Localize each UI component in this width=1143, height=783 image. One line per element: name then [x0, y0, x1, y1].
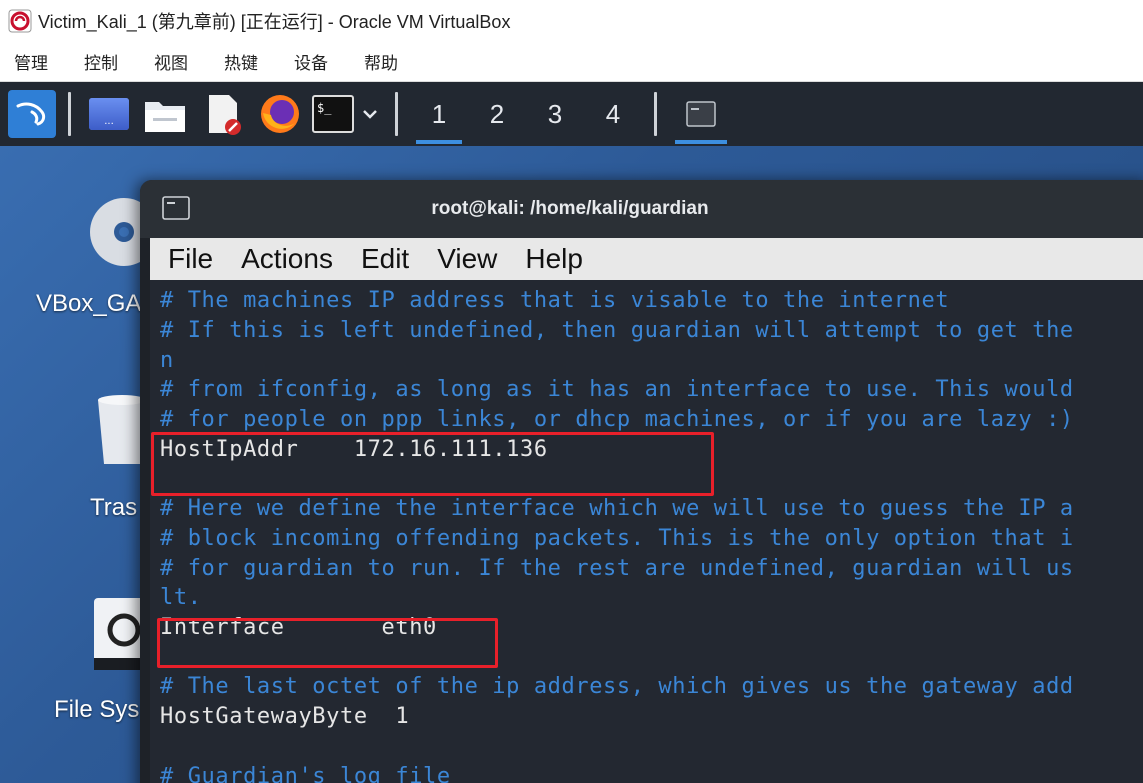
terminal-menu-file[interactable]: File: [168, 243, 213, 275]
menu-hotkey[interactable]: 热键: [224, 49, 258, 74]
terminal-title-bar: root@kali: /home/kali/guardian: [140, 180, 1143, 238]
terminal-title: root@kali: /home/kali/guardian: [431, 198, 709, 219]
config-line: # The last octet of the ip address, whic…: [160, 674, 1074, 699]
menu-devices[interactable]: 设备: [294, 49, 328, 74]
file-manager-launcher[interactable]: [135, 82, 195, 146]
workspace-2[interactable]: 2: [468, 82, 526, 146]
highlight-box-interface: [157, 618, 498, 668]
menu-view[interactable]: 视图: [154, 49, 188, 74]
terminal-menu-help[interactable]: Help: [525, 243, 583, 275]
terminal-menu-bar: File Actions Edit View Help: [150, 238, 1143, 280]
workspace-3[interactable]: 3: [526, 82, 584, 146]
terminal-window-icon: [686, 101, 716, 127]
panel-separator: [395, 92, 398, 136]
firefox-icon: [261, 95, 299, 133]
chevron-down-icon: [363, 110, 377, 119]
config-line: # for people on ppp links, or dhcp machi…: [160, 407, 1074, 432]
desktop-icon: ...: [89, 98, 129, 130]
terminal-content[interactable]: # The machines IP address that is visabl…: [150, 280, 1143, 783]
config-line-hostgatewaybyte: HostGatewayByte 1: [160, 704, 410, 729]
terminal-menu-edit[interactable]: Edit: [361, 243, 409, 275]
workspace-4[interactable]: 4: [584, 82, 642, 146]
desktop-icon-vbox-label[interactable]: VBox_GA: [36, 290, 156, 318]
config-line: # from ifconfig, as long as it has an in…: [160, 377, 1074, 402]
workspace-1[interactable]: 1: [410, 82, 468, 146]
host-title-bar: Victim_Kali_1 (第九章前) [正在运行] - Oracle VM …: [0, 0, 1143, 42]
text-editor-icon: [209, 95, 241, 135]
virtualbox-icon: [8, 9, 32, 33]
menu-control[interactable]: 控制: [84, 49, 118, 74]
svg-text:$_: $_: [317, 101, 332, 115]
config-line: # Guardian's log file: [160, 764, 451, 783]
terminal-launcher[interactable]: $_: [309, 82, 357, 146]
menu-manage[interactable]: 管理: [14, 49, 48, 74]
config-line: n: [160, 348, 174, 373]
config-line: # If this is left undefined, then guardi…: [160, 318, 1074, 343]
terminal-icon: $_: [312, 95, 354, 133]
terminal-menu-view[interactable]: View: [437, 243, 497, 275]
config-line: lt.: [160, 585, 202, 610]
host-menu-bar: 管理 控制 视图 热键 设备 帮助: [0, 42, 1143, 82]
panel-separator: [654, 92, 657, 136]
kali-dragon-icon: [16, 102, 46, 126]
kali-menu-button[interactable]: [8, 90, 56, 138]
svg-text:...: ...: [104, 116, 114, 127]
folder-icon: [145, 102, 185, 132]
terminal-dropdown[interactable]: [357, 82, 383, 146]
config-line: # Here we define the interface which we …: [160, 496, 1074, 521]
config-line: # The machines IP address that is visabl…: [160, 288, 950, 313]
panel-separator: [68, 92, 71, 136]
window-title: Victim_Kali_1 (第九章前) [正在运行] - Oracle VM …: [38, 12, 511, 32]
taskbar-terminal-window[interactable]: [669, 82, 733, 146]
highlight-box-hostipaddr: [151, 432, 714, 496]
text-editor-launcher[interactable]: [195, 82, 251, 146]
show-desktop-button[interactable]: ...: [83, 82, 135, 146]
config-line: # for guardian to run. If the rest are u…: [160, 556, 1074, 581]
firefox-launcher[interactable]: [251, 82, 309, 146]
menu-help[interactable]: 帮助: [364, 49, 398, 74]
kali-top-panel: ... $_ 1 2 3 4: [0, 82, 1143, 146]
config-line: # block incoming offending packets. This…: [160, 526, 1074, 551]
terminal-menu-actions[interactable]: Actions: [241, 243, 333, 275]
